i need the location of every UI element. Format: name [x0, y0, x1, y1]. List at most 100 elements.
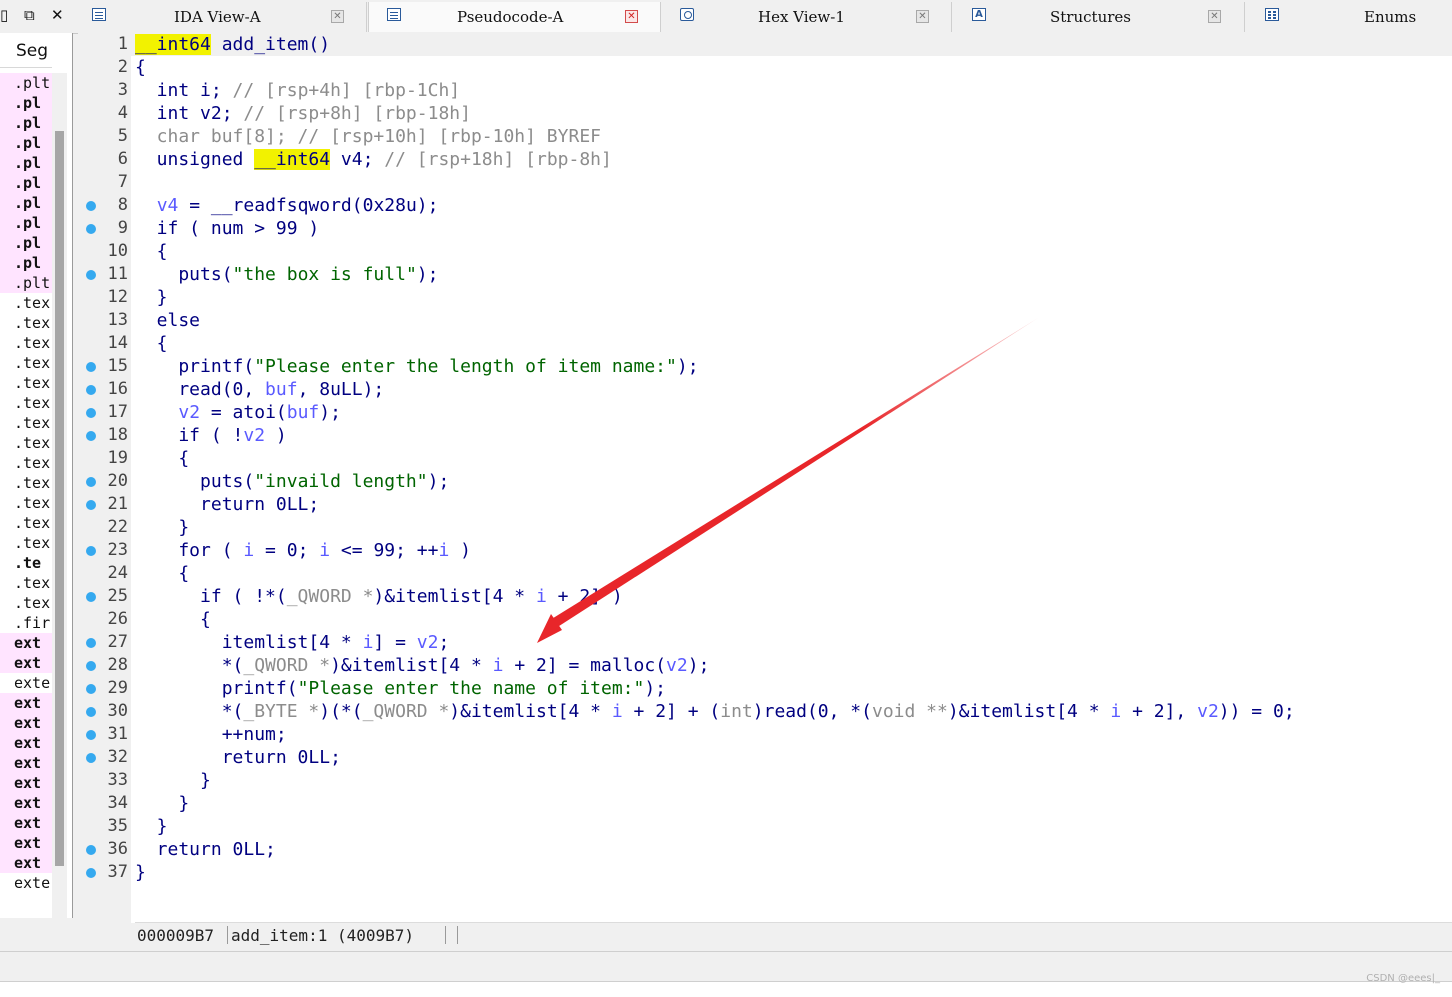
segment-item[interactable]: .pl — [0, 253, 52, 273]
code-line[interactable]: 24 { — [78, 562, 1452, 585]
tab-close-icon[interactable]: ✕ — [331, 10, 344, 23]
code-line[interactable]: 31 ++num; — [78, 723, 1452, 746]
code-line[interactable]: 33 } — [78, 769, 1452, 792]
breakpoint-dot-icon[interactable] — [86, 753, 96, 763]
breakpoint-dot-icon[interactable] — [86, 500, 96, 510]
code-line[interactable]: 30 *(_BYTE *)(*(_QWORD *)&itemlist[4 * i… — [78, 700, 1452, 723]
segment-item[interactable]: .pl — [0, 193, 52, 213]
segment-item[interactable]: .pl — [0, 93, 52, 113]
code-line[interactable]: 23 for ( i = 0; i <= 99; ++i ) — [78, 539, 1452, 562]
segment-item[interactable]: ext — [0, 653, 52, 673]
segment-item[interactable]: .tex — [0, 413, 52, 433]
tab-enums[interactable]: Enums — [1246, 2, 1452, 32]
segment-item[interactable]: .plt — [0, 273, 52, 293]
breakpoint-dot-icon[interactable] — [86, 408, 96, 418]
code-line[interactable]: 8 v4 = __readfsqword(0x28u); — [78, 194, 1452, 217]
segment-item[interactable]: .plt — [0, 73, 52, 93]
breakpoint-dot-icon[interactable] — [86, 661, 96, 671]
breakpoint-dot-icon[interactable] — [86, 730, 96, 740]
tab-hex-view-1[interactable]: Hex View-1 ✕ — [662, 2, 952, 32]
segment-item[interactable]: ext — [0, 733, 52, 753]
segment-item[interactable]: ext — [0, 753, 52, 773]
segment-item[interactable]: ext — [0, 773, 52, 793]
close-icon[interactable]: ✕ — [51, 5, 64, 25]
code-line[interactable]: 5 char buf[8]; // [rsp+10h] [rbp-10h] BY… — [78, 125, 1452, 148]
code-line[interactable]: 3 int i; // [rsp+4h] [rbp-1Ch] — [78, 79, 1452, 102]
segment-item[interactable]: ext — [0, 853, 52, 873]
code-line[interactable]: 11 puts("the box is full"); — [78, 263, 1452, 286]
breakpoint-dot-icon[interactable] — [86, 707, 96, 717]
segment-item[interactable]: .tex — [0, 373, 52, 393]
code-line[interactable]: 12 } — [78, 286, 1452, 309]
segment-item[interactable]: .tex — [0, 573, 52, 593]
segments-header[interactable]: Seg — [16, 41, 48, 61]
code-line[interactable]: 37} — [78, 861, 1452, 884]
code-line[interactable]: 19 { — [78, 447, 1452, 470]
segment-item[interactable]: .tex — [0, 393, 52, 413]
segment-item[interactable]: ext — [0, 813, 52, 833]
segments-scrollbar[interactable] — [52, 73, 67, 918]
code-line[interactable]: 2{ — [78, 56, 1452, 79]
scrollbar-thumb[interactable] — [55, 131, 64, 866]
segment-item[interactable]: .fir — [0, 613, 52, 633]
segment-item[interactable]: .tex — [0, 593, 52, 613]
code-line[interactable]: 35 } — [78, 815, 1452, 838]
breakpoint-dot-icon[interactable] — [86, 477, 96, 487]
segment-item[interactable]: .tex — [0, 453, 52, 473]
tab-pseudocode-a[interactable]: Pseudocode-A ✕ — [368, 2, 661, 32]
code-line[interactable]: 17 v2 = atoi(buf); — [78, 401, 1452, 424]
code-line[interactable]: 15 printf("Please enter the length of it… — [78, 355, 1452, 378]
breakpoint-dot-icon[interactable] — [86, 592, 96, 602]
segment-item[interactable]: ext — [0, 713, 52, 733]
code-line[interactable]: 21 return 0LL; — [78, 493, 1452, 516]
segment-item[interactable]: .tex — [0, 353, 52, 373]
segment-item[interactable]: ext — [0, 793, 52, 813]
code-line[interactable]: 1 __int64 add_item() — [78, 33, 1452, 56]
breakpoint-dot-icon[interactable] — [86, 201, 96, 211]
segment-item[interactable]: .te — [0, 553, 52, 573]
pseudocode-view[interactable]: 1 __int64 add_item() 2{3 int i; // [rsp+4h… — [78, 33, 1452, 946]
segment-item[interactable]: .tex — [0, 493, 52, 513]
breakpoint-dot-icon[interactable] — [86, 385, 96, 395]
segment-item[interactable]: exte — [0, 873, 52, 893]
segment-item[interactable]: .tex — [0, 313, 52, 333]
tab-close-icon[interactable]: ✕ — [625, 10, 638, 23]
segment-item[interactable]: .pl — [0, 213, 52, 233]
code-line[interactable]: 32 return 0LL; — [78, 746, 1452, 769]
breakpoint-dot-icon[interactable] — [86, 362, 96, 372]
segment-item[interactable]: .tex — [0, 533, 52, 553]
segment-item[interactable]: ext — [0, 693, 52, 713]
breakpoint-dot-icon[interactable] — [86, 431, 96, 441]
segment-item[interactable]: .tex — [0, 513, 52, 533]
segment-item[interactable]: ext — [0, 633, 52, 653]
breakpoint-dot-icon[interactable] — [86, 270, 96, 280]
code-line[interactable]: 16 read(0, buf, 8uLL); — [78, 378, 1452, 401]
code-line[interactable]: 36 return 0LL; — [78, 838, 1452, 861]
code-line[interactable]: 28 *(_QWORD *)&itemlist[4 * i + 2] = mal… — [78, 654, 1452, 677]
segment-item[interactable]: ext — [0, 833, 52, 853]
tab-structures[interactable]: A Structures ✕ — [953, 2, 1245, 32]
code-line[interactable]: 6 unsigned __int64 v4; // [rsp+18h] [rbp… — [78, 148, 1452, 171]
restore-icon[interactable]: ▯ — [0, 5, 8, 25]
code-line[interactable]: 34 } — [78, 792, 1452, 815]
segment-item[interactable]: .tex — [0, 433, 52, 453]
breakpoint-dot-icon[interactable] — [86, 868, 96, 878]
tab-close-icon[interactable]: ✕ — [916, 10, 929, 23]
code-line[interactable]: 10 { — [78, 240, 1452, 263]
code-line[interactable]: 9 if ( num > 99 ) — [78, 217, 1452, 240]
code-line[interactable]: 7 — [78, 171, 1452, 194]
segment-item[interactable]: .pl — [0, 233, 52, 253]
segment-item[interactable]: .tex — [0, 473, 52, 493]
code-line[interactable]: 22 } — [78, 516, 1452, 539]
code-line[interactable]: 20 puts("invaild length"); — [78, 470, 1452, 493]
segment-item[interactable]: .pl — [0, 113, 52, 133]
code-line[interactable]: 25 if ( !*(_QWORD *)&itemlist[4 * i + 2]… — [78, 585, 1452, 608]
breakpoint-dot-icon[interactable] — [86, 845, 96, 855]
breakpoint-dot-icon[interactable] — [86, 224, 96, 234]
tab-close-icon[interactable]: ✕ — [1208, 10, 1221, 23]
code-line[interactable]: 26 { — [78, 608, 1452, 631]
segment-item[interactable]: .pl — [0, 173, 52, 193]
breakpoint-dot-icon[interactable] — [86, 684, 96, 694]
tab-ida-view-a[interactable]: IDA View-A ✕ — [82, 2, 367, 32]
segment-item[interactable]: .pl — [0, 153, 52, 173]
